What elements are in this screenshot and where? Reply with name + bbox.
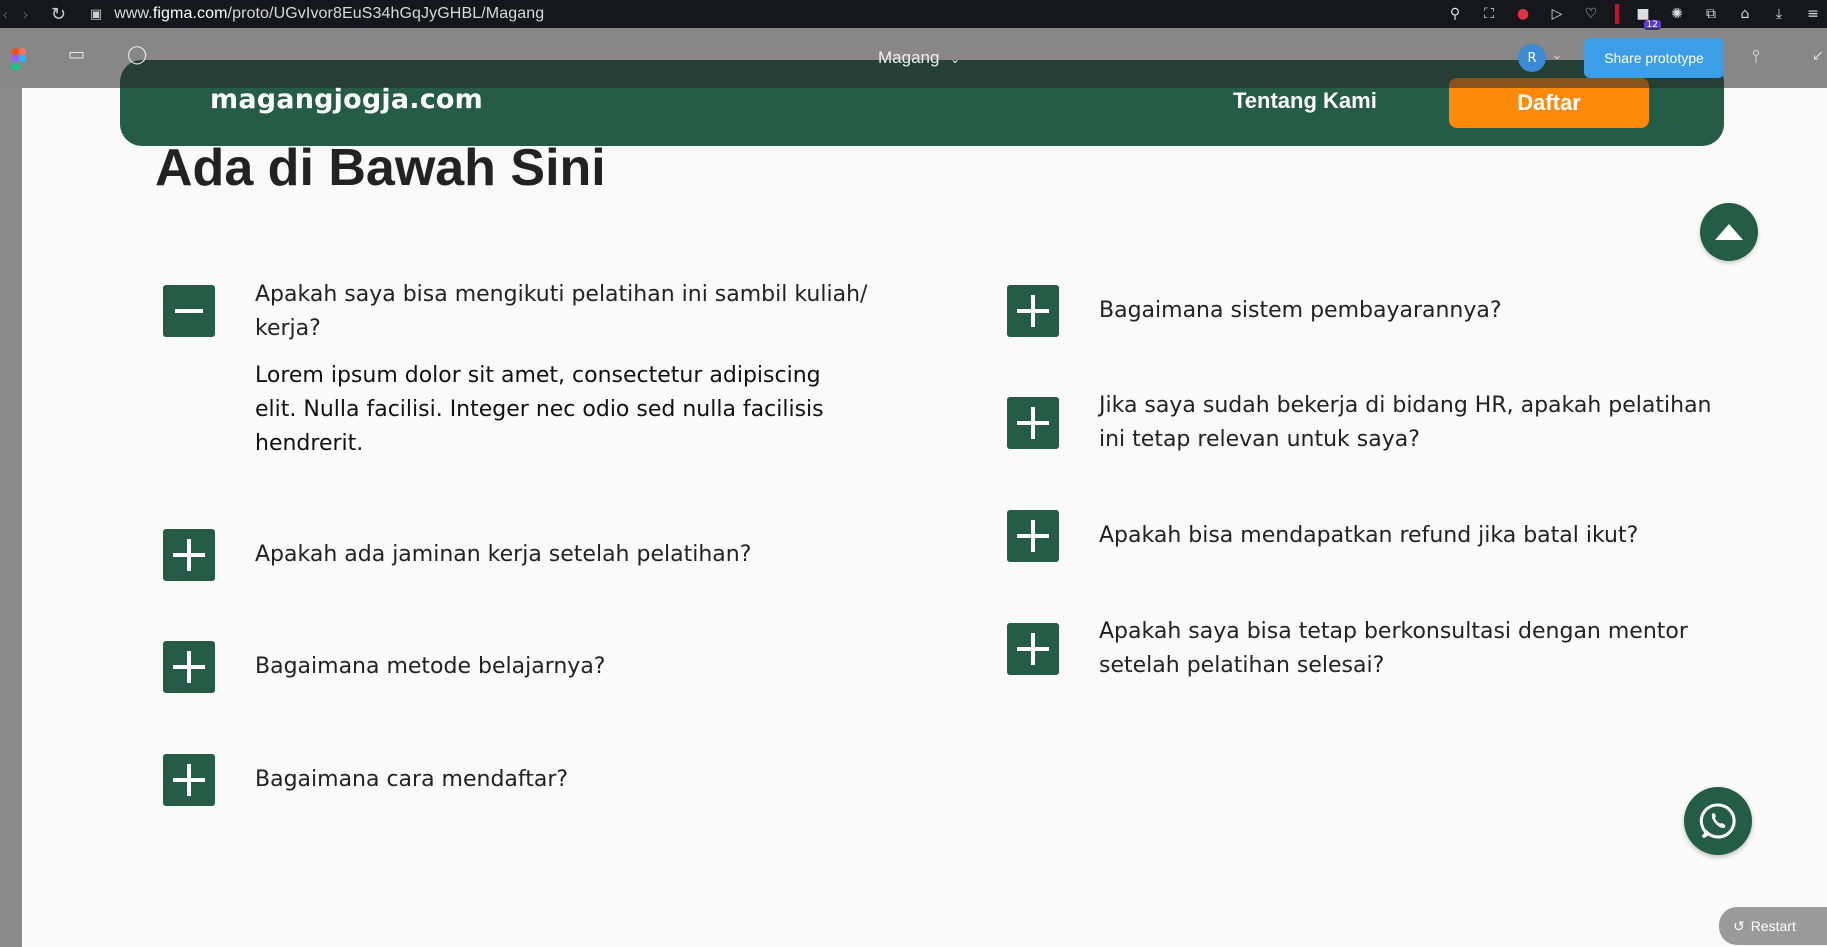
arrow-up-icon: [1715, 224, 1743, 240]
divider: [1615, 4, 1619, 24]
expand-toggle[interactable]: [1007, 285, 1059, 337]
openai-icon[interactable]: ✺: [1667, 4, 1687, 24]
comment-icon[interactable]: ◯: [127, 44, 147, 65]
download-icon[interactable]: ⤓: [1769, 4, 1789, 24]
question-line: Apakah saya bisa mengikuti pelatihan ini…: [255, 282, 868, 307]
expand-toggle[interactable]: [1007, 623, 1059, 675]
extension-icons: ⚲ ⛶ ● ▷ ♡ ■ 12 ✺ ⧉ ⌂ ⤓ ≡: [1445, 0, 1827, 30]
url-prefix: www.: [114, 5, 153, 22]
forward-icon[interactable]: ›: [22, 5, 28, 24]
plus-icon: [1017, 295, 1049, 327]
reload-icon[interactable]: ↻: [51, 4, 66, 25]
file-name: Magang: [878, 48, 940, 67]
question-line: setelah pelatihan selesai?: [1099, 653, 1385, 678]
minus-icon: [175, 309, 203, 313]
expand-toggle[interactable]: [163, 529, 215, 581]
url-path: /proto/UGvIvor8EuS34hGqJyGHBL/Magang: [227, 5, 545, 22]
question-line: ini tetap relevan untuk saya?: [1099, 427, 1420, 452]
answer-line: hendrerit.: [255, 431, 364, 456]
chevron-down-icon[interactable]: ⌄: [1552, 48, 1562, 62]
chevron-down-icon: ⌄: [950, 52, 961, 66]
faq-question[interactable]: Apakah saya bisa mengikuti pelatihan ini…: [255, 278, 875, 346]
restart-icon: ↺: [1733, 917, 1745, 934]
plus-icon: [173, 539, 205, 571]
plus-icon: [1017, 520, 1049, 552]
expand-icon[interactable]: ↙: [1812, 48, 1824, 64]
faq-question[interactable]: Bagaimana cara mendaftar?: [255, 763, 568, 797]
question-line: Apakah saya bisa tetap berkonsultasi den…: [1099, 619, 1688, 644]
sidebar-toggle-icon[interactable]: ▭: [68, 44, 85, 65]
file-name-dropdown[interactable]: Magang ⌄: [878, 48, 960, 68]
canvas-edge: [0, 88, 22, 947]
back-icon[interactable]: ‹: [2, 5, 8, 24]
plus-icon: [1017, 633, 1049, 665]
menu-icon[interactable]: ≡: [1803, 4, 1823, 24]
shield-icon[interactable]: ●: [1513, 4, 1533, 24]
faq-question[interactable]: Bagaimana sistem pembayarannya?: [1099, 294, 1502, 328]
pin-icon[interactable]: ⚲: [1445, 4, 1465, 24]
send-icon[interactable]: ▷: [1547, 4, 1567, 24]
plus-icon: [1017, 407, 1049, 439]
settings-sliders-icon[interactable]: ⫯: [1752, 46, 1760, 67]
question-line: kerja?: [255, 316, 321, 341]
extension-badge-icon[interactable]: ■ 12: [1633, 4, 1661, 30]
puzzle-icon[interactable]: ⧉: [1701, 4, 1721, 24]
faq-question[interactable]: Apakah bisa mendapatkan refund jika bata…: [1099, 519, 1638, 553]
collapse-toggle[interactable]: [163, 285, 215, 337]
answer-line: Lorem ipsum dolor sit amet, consectetur …: [255, 363, 821, 388]
whatsapp-icon: [1699, 803, 1736, 839]
figma-logo-icon[interactable]: [12, 48, 26, 70]
site-info-icon[interactable]: ▣: [90, 7, 102, 22]
profile-icon[interactable]: ⌂: [1735, 4, 1755, 24]
section-title: Ada di Bawah Sini: [155, 139, 606, 197]
expand-toggle[interactable]: [1007, 510, 1059, 562]
plus-icon: [173, 764, 205, 796]
nav-about-link[interactable]: Tentang Kami: [1233, 88, 1377, 114]
nav-arrows: ‹ ›: [2, 5, 29, 24]
faq-answer: Lorem ipsum dolor sit amet, consectetur …: [255, 359, 875, 461]
plus-icon: [173, 651, 205, 683]
expand-toggle[interactable]: [163, 641, 215, 693]
answer-line: elit. Nulla facilisi. Integer nec odio s…: [255, 397, 824, 422]
avatar[interactable]: R: [1518, 44, 1546, 72]
browser-toolbar: ‹ › ↻ ▣ www.figma.com/proto/UGvIvor8EuS3…: [0, 0, 1827, 30]
figma-toolbar: ▭ ◯ Magang ⌄ R ⌄ Share prototype ⫯ ↙: [0, 28, 1827, 88]
faq-question[interactable]: Bagaimana metode belajarnya?: [255, 650, 605, 684]
site-logo[interactable]: magangjogja.com: [210, 84, 483, 115]
restart-button[interactable]: ↺ Restart: [1719, 907, 1827, 945]
restart-label: Restart: [1750, 918, 1796, 934]
faq-question[interactable]: Apakah ada jaminan kerja setelah pelatih…: [255, 538, 751, 572]
whatsapp-button[interactable]: [1684, 787, 1752, 855]
screenshot-icon[interactable]: ⛶: [1479, 4, 1499, 24]
share-prototype-button[interactable]: Share prototype: [1584, 38, 1724, 78]
url-domain: figma.com: [152, 5, 228, 22]
expand-toggle[interactable]: [163, 754, 215, 806]
faq-question[interactable]: Apakah saya bisa tetap berkonsultasi den…: [1099, 615, 1739, 683]
faq-question[interactable]: Jika saya sudah bekerja di bidang HR, ap…: [1099, 389, 1739, 457]
heart-icon[interactable]: ♡: [1581, 4, 1601, 24]
scroll-to-top-button[interactable]: [1700, 203, 1758, 261]
question-line: Jika saya sudah bekerja di bidang HR, ap…: [1099, 393, 1712, 418]
address-bar[interactable]: www.figma.com/proto/UGvIvor8EuS34hGqJyGH…: [114, 5, 544, 23]
expand-toggle[interactable]: [1007, 397, 1059, 449]
